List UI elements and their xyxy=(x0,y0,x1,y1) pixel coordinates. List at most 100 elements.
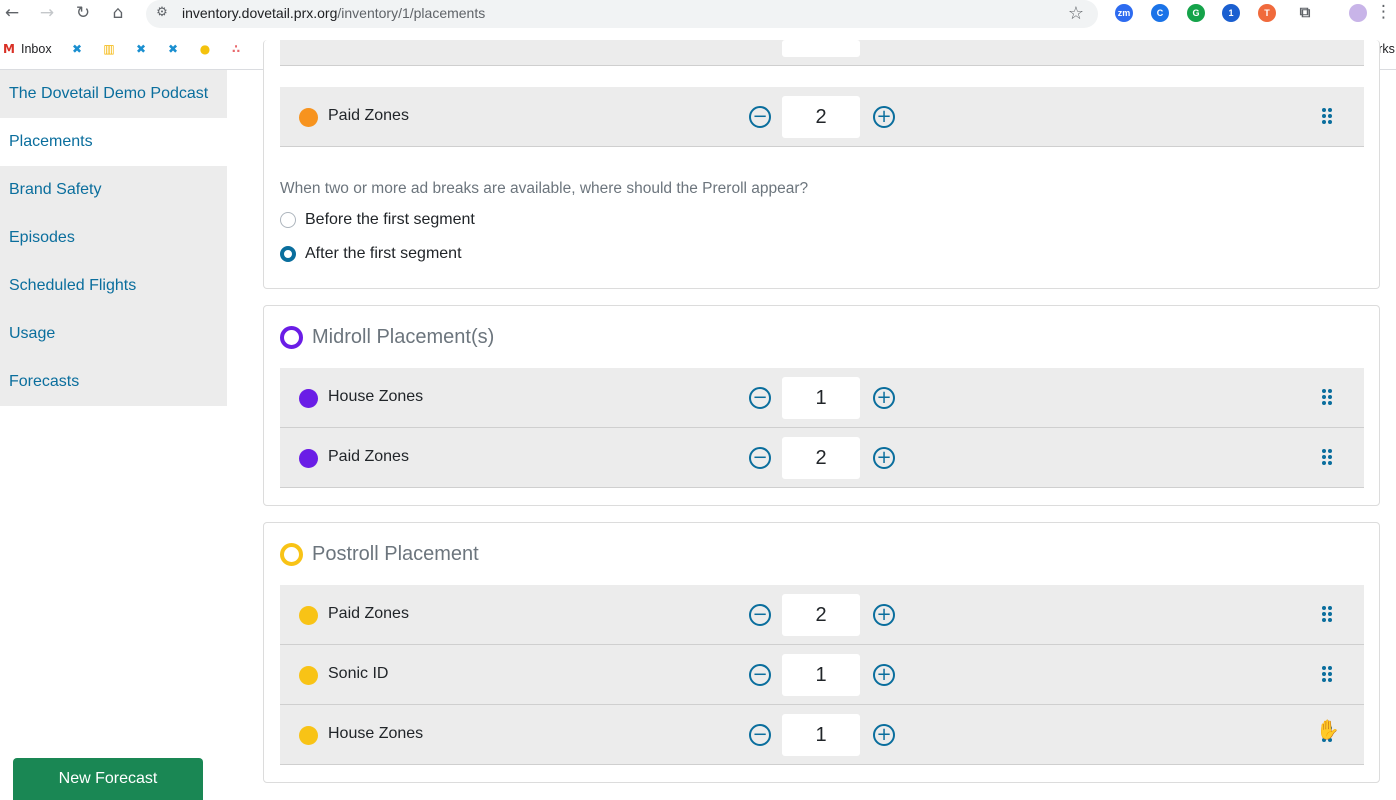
extension-icon[interactable]: 1 xyxy=(1222,4,1240,22)
zone-count[interactable]: 1 xyxy=(782,377,860,419)
zone-count[interactable] xyxy=(782,40,860,57)
increment-icon[interactable]: + xyxy=(873,604,895,626)
bookmark-item[interactable]: ✖ xyxy=(70,40,84,58)
drag-handle-icon[interactable] xyxy=(1322,606,1332,624)
postroll-title-text: Postroll Placement xyxy=(312,543,479,565)
menu-kebab-icon[interactable]: ⋮ xyxy=(1375,2,1392,22)
zone-label: House Zones xyxy=(328,388,424,405)
sidebar-item-brand-safety[interactable]: Brand Safety xyxy=(0,166,227,214)
zone-label: Paid Zones xyxy=(328,448,409,465)
zone-row: Paid Zones − 2 + xyxy=(280,428,1364,488)
zone-row: House Zones − 1 + xyxy=(280,368,1364,428)
drag-handle-icon[interactable] xyxy=(1322,108,1332,126)
midroll-ring-icon xyxy=(280,326,303,349)
sidebar-item-placements[interactable]: Placements xyxy=(0,118,227,166)
increment-icon[interactable]: + xyxy=(873,387,895,409)
zone-label: Paid Zones xyxy=(328,107,409,124)
sidebar-item-scheduled-flights[interactable]: Scheduled Flights xyxy=(0,262,227,310)
zone-color-dot xyxy=(299,108,318,127)
radio-label: After the first segment xyxy=(305,245,462,262)
zone-row-partial xyxy=(280,40,1364,66)
bookmark-item[interactable]: ✖ xyxy=(166,40,180,58)
radio-label: Before the first segment xyxy=(305,211,475,228)
drag-handle-icon[interactable] xyxy=(1322,666,1332,684)
postroll-card: Postroll Placement Paid Zones − 2 + Soni… xyxy=(263,522,1380,783)
decrement-icon[interactable]: − xyxy=(749,664,771,686)
sidebar-item-episodes[interactable]: Episodes xyxy=(0,214,227,262)
zone-label: Paid Zones xyxy=(328,605,409,622)
zone-color-dot xyxy=(299,389,318,408)
drag-handle-icon[interactable] xyxy=(1322,389,1332,407)
zone-count[interactable]: 2 xyxy=(782,437,860,479)
midroll-card: Midroll Placement(s) House Zones − 1 + P… xyxy=(263,305,1380,506)
sidebar-item-usage[interactable]: Usage xyxy=(0,310,227,358)
increment-icon[interactable]: + xyxy=(873,447,895,469)
bookmark-item[interactable]: ∴ xyxy=(229,40,243,58)
radio-checked[interactable] xyxy=(280,246,296,262)
home-icon[interactable]: ⌂ xyxy=(108,3,128,23)
bookmark-item[interactable]: M Inbox xyxy=(2,40,52,58)
extension-icon[interactable]: T xyxy=(1258,4,1276,22)
preroll-position-question: When two or more ad breaks are available… xyxy=(280,180,809,197)
zone-row: Paid Zones − 2 + xyxy=(280,585,1364,645)
url-text[interactable]: inventory.dovetail.prx.org/inventory/1/p… xyxy=(182,5,485,21)
asana-icon: ∴ xyxy=(231,42,241,56)
sidebar-item-podcast[interactable]: The Dovetail Demo Podcast xyxy=(0,70,227,118)
zone-row: Paid Zones − 2 + xyxy=(280,87,1364,147)
zone-count[interactable]: 1 xyxy=(782,654,860,696)
back-icon[interactable]: ← xyxy=(2,3,22,23)
site-settings-icon[interactable]: ⚙ xyxy=(154,5,170,21)
profile-avatar[interactable] xyxy=(1349,4,1367,22)
grab-cursor-icon: ✋ xyxy=(1316,719,1340,741)
radio-unchecked[interactable] xyxy=(280,212,296,228)
zone-count[interactable]: 1 xyxy=(782,714,860,756)
bookmark-item[interactable]: ▥ xyxy=(102,40,116,58)
prx-x-icon: ✖ xyxy=(71,42,83,56)
decrement-icon[interactable]: − xyxy=(749,724,771,746)
increment-icon[interactable]: + xyxy=(873,664,895,686)
zone-color-dot xyxy=(299,606,318,625)
bookmark-label: Inbox xyxy=(21,42,52,56)
increment-icon[interactable]: + xyxy=(873,106,895,128)
drag-handle-icon[interactable] xyxy=(1322,449,1332,467)
extensions-puzzle-icon[interactable]: ⧉ xyxy=(1296,4,1314,22)
postroll-title: Postroll Placement xyxy=(280,543,479,566)
prx-x-icon: ✖ xyxy=(167,42,179,56)
extension-icon[interactable]: zm xyxy=(1115,4,1133,22)
decrement-icon[interactable]: − xyxy=(749,106,771,128)
url-path: /inventory/1/placements xyxy=(337,5,486,21)
zone-label: Sonic ID xyxy=(328,665,389,682)
bookmark-item[interactable]: ✖ xyxy=(134,40,148,58)
bookmark-item[interactable]: ● xyxy=(198,40,212,58)
forward-icon[interactable]: → xyxy=(37,3,57,23)
prx-x-icon: ✖ xyxy=(135,42,147,56)
zone-count[interactable]: 2 xyxy=(782,96,860,138)
url-host: inventory.dovetail.prx.org xyxy=(182,5,338,21)
extension-icon[interactable]: C xyxy=(1151,4,1169,22)
zone-color-dot xyxy=(299,666,318,685)
zone-color-dot xyxy=(299,726,318,745)
browser-toolbar: ← → ↻ ⌂ ⚙ inventory.dovetail.prx.org/inv… xyxy=(0,0,1396,31)
zone-label: House Zones xyxy=(328,725,424,742)
radio-after-first-segment[interactable]: After the first segment xyxy=(280,245,462,263)
increment-icon[interactable]: + xyxy=(873,724,895,746)
gmail-icon: M xyxy=(3,42,15,56)
zone-row: Sonic ID − 1 + xyxy=(280,645,1364,705)
decrement-icon[interactable]: − xyxy=(749,604,771,626)
bookmark-star-icon[interactable]: ☆ xyxy=(1068,3,1084,24)
sidebar-nav: The Dovetail Demo Podcast Placements Bra… xyxy=(0,70,227,406)
address-bar[interactable]: ⚙ inventory.dovetail.prx.org/inventory/1… xyxy=(146,0,1098,28)
decrement-icon[interactable]: − xyxy=(749,447,771,469)
reload-icon[interactable]: ↻ xyxy=(73,3,93,23)
zone-count[interactable]: 2 xyxy=(782,594,860,636)
sidebar-item-forecasts[interactable]: Forecasts xyxy=(0,358,227,406)
extension-icon[interactable]: G xyxy=(1187,4,1205,22)
preroll-card: Paid Zones − 2 + When two or more ad bre… xyxy=(263,40,1380,289)
decrement-icon[interactable]: − xyxy=(749,387,771,409)
lightbulb-icon: ● xyxy=(199,42,211,56)
midroll-title-text: Midroll Placement(s) xyxy=(312,326,495,348)
new-forecast-button[interactable]: New Forecast xyxy=(13,758,203,800)
zone-row: House Zones − 1 + xyxy=(280,705,1364,765)
bar-chart-icon: ▥ xyxy=(103,42,115,56)
radio-before-first-segment[interactable]: Before the first segment xyxy=(280,211,475,229)
